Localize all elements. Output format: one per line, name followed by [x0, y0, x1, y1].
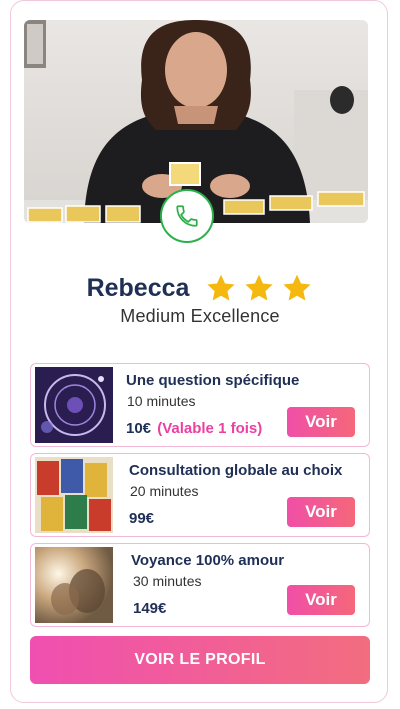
rating-stars	[205, 272, 313, 304]
offer-voir-button[interactable]: Voir	[287, 585, 355, 615]
offer-price-value: 10€	[126, 420, 152, 437]
offer-price: 149€	[133, 600, 166, 617]
offer-card-amour[interactable]: Voyance 100% amour 30 minutes 149€ Voir	[30, 543, 370, 627]
offer-duration: 10 minutes	[127, 393, 196, 409]
call-button[interactable]	[160, 189, 214, 243]
offer-price-value: 99€	[129, 510, 155, 527]
star-icon	[245, 274, 274, 301]
offer-card-question[interactable]: Une question spécifique 10 minutes 10€ (…	[30, 363, 370, 447]
offer-price-note: (Valable 1 fois)	[157, 420, 263, 437]
offer-duration: 20 minutes	[130, 483, 199, 499]
star-icon	[207, 274, 236, 301]
offer-title: Consultation globale au choix	[129, 462, 343, 479]
phone-icon	[176, 205, 198, 227]
advisor-subtitle: Medium Excellence	[120, 306, 280, 326]
offer-title: Une question spécifique	[126, 372, 300, 389]
advisor-name: Rebecca	[86, 273, 190, 302]
view-profile-button[interactable]: VOIR LE PROFIL	[30, 636, 370, 684]
offer-price: 99€	[129, 510, 154, 527]
name-row: Rebecca	[0, 268, 400, 308]
offer-voir-button[interactable]: Voir	[287, 407, 355, 437]
tarot-cards-image	[35, 457, 113, 533]
offer-price: 10€ (Valable 1 fois)	[126, 420, 262, 437]
star-icon	[283, 274, 312, 301]
zodiac-wheel-image	[35, 367, 113, 443]
offer-duration: 30 minutes	[133, 573, 202, 589]
offer-price-value: 149€	[133, 600, 167, 617]
offer-voir-button[interactable]: Voir	[287, 497, 355, 527]
couple-image	[35, 547, 113, 623]
offer-card-global[interactable]: Consultation globale au choix 20 minutes…	[30, 453, 370, 537]
offer-title: Voyance 100% amour	[131, 552, 285, 569]
